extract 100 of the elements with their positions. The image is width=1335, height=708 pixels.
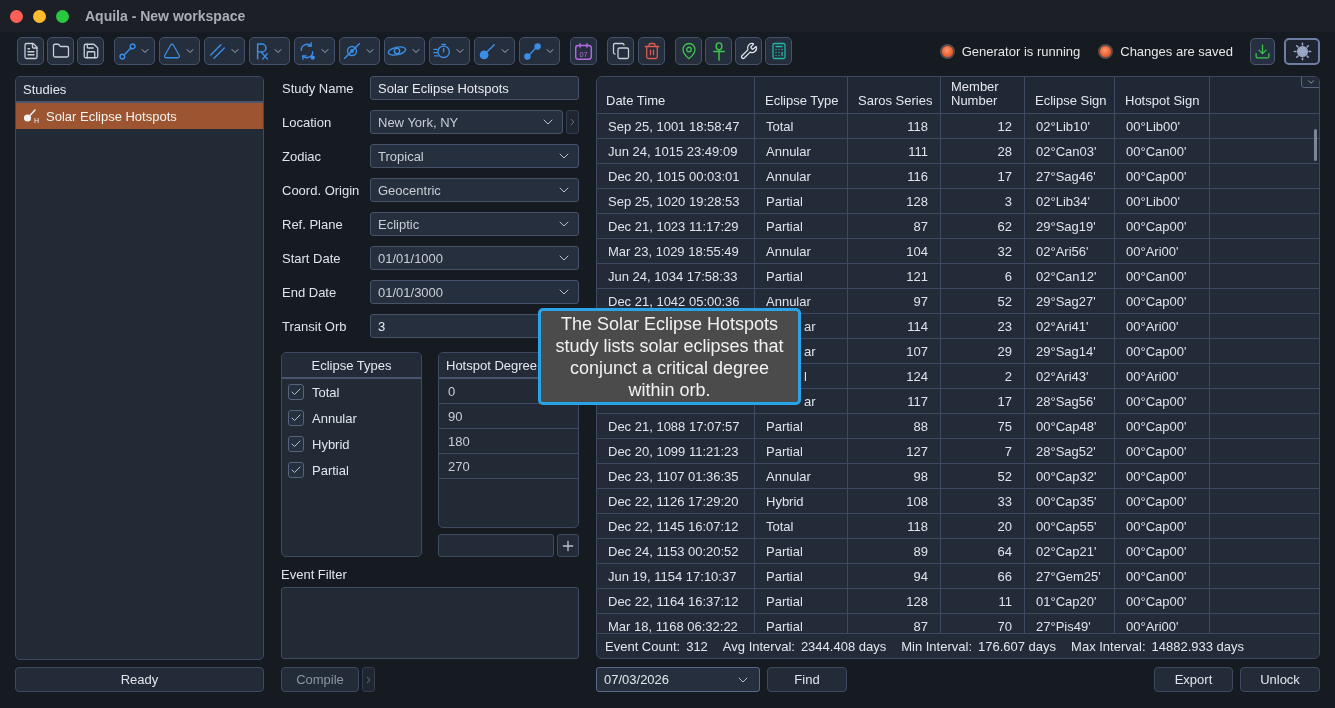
close-button[interactable] [10,9,23,23]
toolbar-button[interactable] [735,37,762,65]
dropdown-button[interactable] [474,37,515,65]
table-cell: Partial [755,264,848,288]
field-label: End Date [281,284,338,300]
table-cell: 00°Lib00' [1115,114,1210,138]
toolbar-button[interactable] [77,37,104,65]
dropdown-button[interactable] [204,37,245,65]
checkbox-label[interactable]: Total [312,384,340,400]
check-icon [290,412,302,424]
dropdown-field[interactable]: Tropical [370,144,579,168]
date-dropdown[interactable]: 07/03/2026 [596,667,760,692]
table-cell: Partial [755,589,848,613]
table-cell: 01°Cap20' [1025,589,1115,613]
toolbar-button[interactable] [607,37,634,65]
table-cell: 27°Sag46' [1025,164,1115,188]
stat-label: Event Count: [605,638,681,654]
checkbox[interactable] [288,410,304,426]
zoom-button[interactable] [56,9,69,23]
table-cell: 114 [848,314,941,338]
table-cell: 17 [941,164,1025,188]
text-field[interactable]: Solar Eclipse Hotspots [370,76,579,100]
column-header[interactable]: Eclipse Sign [1025,77,1115,113]
table-cell: 28 [941,139,1025,163]
table-cell: 70 [941,614,1025,633]
download-button[interactable] [1250,37,1275,65]
brightness-button[interactable] [1284,37,1320,65]
panel-header: Eclipse Types [282,353,421,379]
checkbox-label[interactable]: Partial [312,462,349,478]
toolbar-button[interactable] [47,37,74,65]
degree-value[interactable]: 270 [448,458,470,474]
toolbar-button[interactable] [705,37,732,65]
checkbox-label[interactable]: Annular [312,410,357,426]
crosshair-icon [343,42,361,60]
field-label: Coord. Origin [281,182,361,198]
toolbar-button[interactable] [675,37,702,65]
column-header[interactable]: Eclipse Type [755,77,848,113]
dropdown-button[interactable] [114,37,155,65]
table-cell: 02°Ari56' [1025,239,1115,263]
toolbar-button[interactable] [17,37,44,65]
column-header[interactable]: Member Number [941,77,1025,113]
degree-value[interactable]: 180 [448,433,470,449]
dropdown-field[interactable]: 01/01/1000 [370,246,579,270]
dropdown-field[interactable]: Geocentric [370,178,579,202]
table-cell: 128 [848,589,941,613]
table-cell: Partial [755,214,848,238]
checkbox[interactable] [288,462,304,478]
degree-value[interactable]: 0 [448,383,456,399]
dropdown-button[interactable] [249,37,290,65]
table-cell: 02°Ari43' [1025,364,1115,388]
dropdown-button[interactable] [294,37,335,65]
table-cell: 27°Gem25' [1025,564,1115,588]
table-cell: 28°Sag56' [1025,389,1115,413]
dropdown-button[interactable] [519,37,560,65]
checkbox-label[interactable]: Hybrid [312,436,350,452]
column-header[interactable]: Saros Series [848,77,941,113]
checkbox[interactable] [288,384,304,400]
stat-label: Avg Interval: [722,638,795,654]
degree-value[interactable]: 90 [448,408,463,424]
table-cell: Partial [755,189,848,213]
dropdown-field[interactable]: 01/01/3000 [370,280,579,304]
table-cell: 00°Cap00' [1115,414,1210,438]
dropdown-field[interactable]: New York, NY [370,110,563,134]
input-field[interactable] [438,534,554,557]
parallel-lines-icon [208,42,226,60]
minimize-button[interactable] [33,9,46,23]
column-header[interactable]: Hotspot Sign [1115,77,1210,113]
table-cell: 75 [941,414,1025,438]
orbit-icon [387,44,407,58]
cell-text: l [804,368,807,384]
table-cell: 124 [848,364,941,388]
add-button[interactable] [557,534,579,557]
action-button[interactable]: Unlock [1240,667,1320,692]
table-cell: 00°Cap32' [1025,464,1115,488]
table-cell: 00°Cap00' [1115,514,1210,538]
table-cell: 2 [941,364,1025,388]
action-button[interactable]: Find [767,667,847,692]
table-cell: Mar 23, 1029 18:55:49 [597,239,755,263]
scrollbar[interactable] [1314,129,1317,161]
checkbox[interactable] [288,436,304,452]
table-cell: 94 [848,564,941,588]
dropdown-button[interactable] [159,37,200,65]
dropdown-button[interactable] [429,37,470,65]
table-cell: 00°Cap48' [1025,414,1115,438]
dropdown-button[interactable] [339,37,380,65]
table-cell: 29 [941,339,1025,363]
table-cell: 00°Cap00' [1115,164,1210,188]
status-button[interactable]: Ready [15,667,264,692]
dropdown-field[interactable]: Ecliptic [370,212,579,236]
table-cell: Jun 24, 1015 23:49:09 [597,139,755,163]
table-cell: Dec 22, 1164 16:37:12 [597,589,755,613]
table-cell: 28°Sag52' [1025,439,1115,463]
table-cell: 87 [848,214,941,238]
column-menu-button[interactable] [1301,77,1319,88]
action-button[interactable]: Export [1154,667,1233,692]
column-header[interactable]: Date Time [597,77,755,113]
dropdown-button[interactable] [384,37,425,65]
table-cell: 66 [941,564,1025,588]
toolbar-button[interactable] [765,37,792,65]
copy-icon [611,42,630,60]
